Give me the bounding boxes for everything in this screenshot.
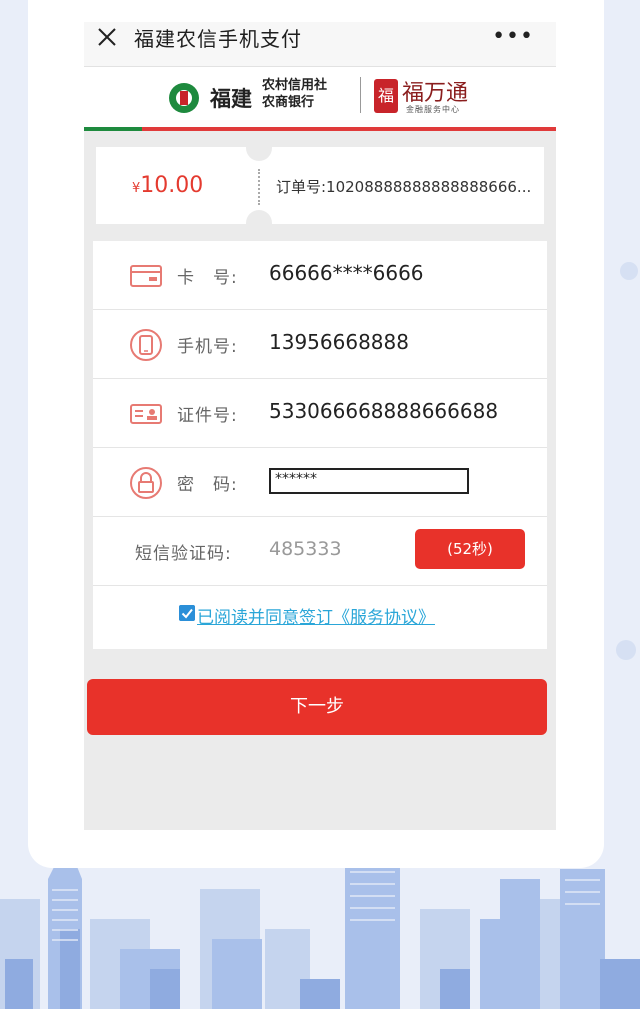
agreement-checkbox[interactable] bbox=[179, 605, 195, 621]
bank-name: 福建 bbox=[210, 86, 252, 111]
phone-screen: 福建农信手机支付 ••• 福建 农村信用社 农商银行 福 福万通 金融服务中心 … bbox=[84, 22, 556, 830]
card-number-row: 卡 号: 66666****6666 bbox=[93, 241, 547, 310]
service-agreement-link[interactable]: 已阅读并同意签订《服务协议》 bbox=[197, 603, 435, 628]
card-number-value: 66666****6666 bbox=[269, 261, 424, 285]
sms-code-input[interactable]: 485333 bbox=[269, 538, 342, 560]
more-options-icon[interactable]: ••• bbox=[492, 26, 534, 48]
background-bubble bbox=[616, 640, 636, 660]
page-title: 福建农信手机支付 bbox=[134, 27, 302, 51]
next-step-button[interactable]: 下一步 bbox=[87, 679, 547, 735]
sms-code-row: 短信验证码: 485333 (52秒) bbox=[93, 517, 547, 586]
order-number: 订单号:10208888888888888666... bbox=[276, 178, 532, 196]
id-number-label: 证件号: bbox=[177, 406, 238, 426]
title-bar: 福建农信手机支付 ••• bbox=[84, 22, 556, 67]
amount-value: 10.00 bbox=[140, 173, 204, 198]
payment-amount: ¥10.00 bbox=[132, 173, 203, 198]
agreement-row: 已阅读并同意签订《服务协议》 bbox=[93, 583, 547, 649]
ticket-notch bbox=[246, 147, 272, 161]
bank-card-icon bbox=[130, 265, 162, 287]
id-card-icon bbox=[130, 404, 162, 424]
id-number-row: 证件号: 533066668888666688 bbox=[93, 379, 547, 448]
close-icon[interactable] bbox=[96, 26, 118, 48]
order-summary: ¥10.00 订单号:10208888888888888666... bbox=[96, 147, 544, 224]
sms-code-label: 短信验证码: bbox=[135, 544, 232, 564]
rural-credit-logo-icon bbox=[169, 83, 199, 113]
order-divider bbox=[258, 169, 260, 205]
bank-subtitle: 农村信用社 农商银行 bbox=[262, 77, 327, 111]
mobile-phone-icon bbox=[130, 329, 162, 361]
password-input[interactable]: ****** bbox=[269, 468, 469, 494]
phone-value: 13956668888 bbox=[269, 330, 409, 354]
lock-icon bbox=[130, 467, 162, 499]
fuwantong-name: 福万通 bbox=[402, 81, 469, 106]
resend-sms-countdown-button[interactable]: (52秒) bbox=[415, 529, 525, 569]
fuwantong-subtitle: 金融服务中心 bbox=[406, 105, 460, 114]
bank-subtitle-line1: 农村信用社 bbox=[262, 78, 328, 93]
password-label: 密 码: bbox=[177, 475, 238, 495]
payment-form: 卡 号: 66666****6666 手机号: 13956668888 证件号:… bbox=[93, 241, 547, 649]
card-number-label: 卡 号: bbox=[177, 268, 238, 288]
id-number-value: 533066668888666688 bbox=[269, 399, 499, 423]
phone-row: 手机号: 13956668888 bbox=[93, 310, 547, 379]
phone-label: 手机号: bbox=[177, 337, 238, 357]
brand-header: 福建 农村信用社 农商银行 福 福万通 金融服务中心 bbox=[84, 67, 556, 127]
ticket-notch bbox=[246, 210, 272, 224]
brand-stripe bbox=[84, 127, 556, 131]
password-row: 密 码: ****** bbox=[93, 448, 547, 517]
brand-divider bbox=[360, 77, 361, 113]
fuwantong-seal-icon: 福 bbox=[374, 79, 398, 113]
background-bubble bbox=[620, 262, 638, 280]
bank-subtitle-line2: 农商银行 bbox=[262, 95, 315, 110]
